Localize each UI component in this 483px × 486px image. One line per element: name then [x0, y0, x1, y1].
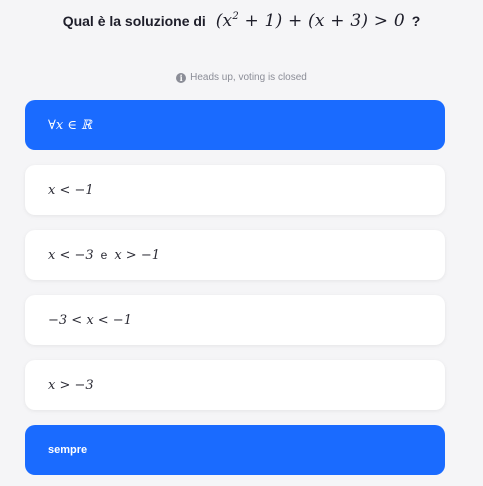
question-suffix: ?	[411, 13, 421, 29]
option-conjunction: e	[100, 248, 108, 262]
answer-option-x-less-minus-1[interactable]: x < −1	[25, 165, 445, 215]
option-label: −3 < x < −1	[48, 312, 132, 328]
answer-option-sempre[interactable]: sempre	[25, 425, 445, 475]
question-title: Qual è la soluzione di (x2 + 1) + (x + 3…	[0, 6, 483, 36]
question-expression: (x2 + 1) + (x + 3) > 0	[215, 11, 405, 31]
info-icon: i	[176, 73, 187, 83]
option-label: x < −1	[48, 182, 94, 198]
option-label: x > −3	[48, 377, 94, 393]
answer-option-between-minus-3-and-minus-1[interactable]: −3 < x < −1	[25, 295, 445, 345]
answer-option-x-less-minus-3-or-greater-minus-1[interactable]: x < −3 e x > −1	[25, 230, 445, 280]
option-label: sempre	[48, 444, 88, 456]
answer-option-x-greater-minus-3[interactable]: x > −3	[25, 360, 445, 410]
option-label: ∀x ∈ ℝ	[48, 117, 92, 133]
option-label-part-a: x < −3	[48, 247, 94, 263]
option-label-part-b: x > −1	[114, 247, 160, 263]
notice-text: Heads up, voting is closed	[190, 72, 307, 83]
voting-closed-notice: i Heads up, voting is closed	[0, 71, 483, 85]
question-prefix: Qual è la soluzione di	[62, 13, 206, 29]
answer-option-for-all-x[interactable]: ∀x ∈ ℝ	[25, 100, 445, 150]
